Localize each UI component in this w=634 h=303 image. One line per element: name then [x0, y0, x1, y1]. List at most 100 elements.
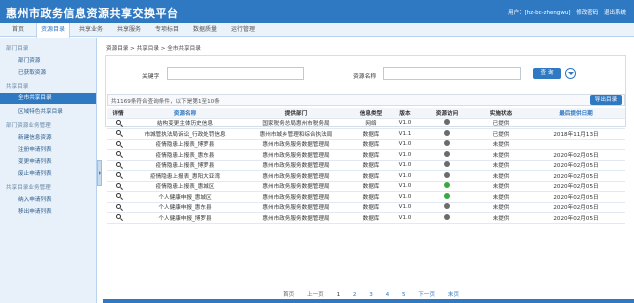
pager-page-3[interactable]: 3 — [369, 292, 373, 298]
resource-name-cell[interactable]: 疫情隐患上报表_博罗县 — [129, 160, 241, 171]
logout-link[interactable]: 退出系统 — [604, 10, 626, 16]
table-row[interactable]: 个人健康申报_惠东县 惠州市政务服务数据管理局 数据库 V1.0 未提供 2020年02月… — [107, 202, 625, 213]
sidebar-item-regional-share[interactable]: 区域特色共享目录 — [18, 107, 63, 115]
detail-cell[interactable] — [107, 118, 129, 129]
access-status-icon[interactable] — [444, 119, 450, 126]
resource-name-input[interactable] — [383, 67, 521, 80]
magnifier-icon[interactable] — [115, 130, 121, 136]
access-status-icon[interactable] — [444, 129, 450, 136]
resource-name-cell[interactable]: 结构变更主体历史信息 — [129, 118, 241, 129]
access-status-icon[interactable] — [444, 140, 450, 147]
table-row[interactable]: 结构变更主体历史信息 国家税务总局惠州市税务局 网络 V1.0 已提供 — [107, 118, 625, 129]
query-button[interactable]: 查 询 — [533, 68, 561, 79]
access-cell[interactable] — [419, 160, 475, 171]
table-row[interactable]: 疫情隐患上报表_博罗县 惠州市政务服务数据管理局 数据库 V1.0 未提供 2020年02… — [107, 160, 625, 171]
status-cell: 已提供 — [475, 118, 527, 129]
tab-special-catalog[interactable]: 专项标目 — [150, 23, 184, 37]
pager-page-5[interactable]: 5 — [402, 292, 406, 298]
resource-name-cell[interactable]: 疫情隐患上报表_博罗县 — [129, 139, 241, 150]
access-status-icon[interactable] — [444, 171, 450, 178]
resource-name-cell[interactable]: 疫情隐患上报表_惠城区 — [129, 181, 241, 192]
access-cell[interactable] — [419, 212, 475, 224]
pager-last[interactable]: 末页 — [448, 292, 459, 298]
change-password-link[interactable]: 修改密码 — [576, 10, 598, 16]
table-row[interactable]: 疫情隐患上报表_惠阳大亚湾 惠州市政务服务数据管理局 数据库 V1.0 未提供 2020年… — [107, 170, 625, 182]
detail-cell[interactable] — [107, 191, 129, 203]
magnifier-icon[interactable] — [115, 214, 121, 220]
tab-operation[interactable]: 运行管理 — [226, 23, 260, 37]
access-status-icon[interactable] — [444, 161, 450, 168]
access-cell[interactable] — [419, 202, 475, 213]
access-status-icon[interactable] — [444, 150, 450, 157]
detail-cell[interactable] — [107, 149, 129, 161]
resource-name-cell[interactable]: 个人健康申报_惠东县 — [129, 202, 241, 213]
magnifier-icon[interactable] — [115, 203, 121, 209]
magnifier-icon[interactable] — [115, 172, 121, 178]
tab-home[interactable]: 首页 — [4, 23, 32, 37]
detail-cell[interactable] — [107, 160, 129, 171]
access-status-icon[interactable] — [444, 213, 450, 220]
table-row[interactable]: 疫情隐患上报表_惠东县 惠州市政务服务数据管理局 数据库 V1.0 未提供 2020年02… — [107, 149, 625, 161]
resource-name-cell[interactable]: 疫情隐患上报表_惠东县 — [129, 149, 241, 161]
sidebar-collapse-handle[interactable] — [97, 160, 102, 186]
magnifier-icon[interactable] — [115, 151, 121, 157]
sidebar-item-new-resource[interactable]: 新建信息资源 — [18, 133, 52, 141]
sidebar-item-city-share[interactable]: 全市共享目录 — [0, 93, 96, 104]
tab-share-business[interactable]: 共享业务 — [74, 23, 108, 37]
version-cell: V1.0 — [391, 212, 419, 224]
tab-resource-catalog[interactable]: 资源目录 — [36, 23, 70, 38]
access-status-icon[interactable] — [444, 192, 450, 199]
keyword-input[interactable] — [167, 67, 304, 80]
pager-page-1[interactable]: 1 — [337, 292, 341, 298]
pager-page-4[interactable]: 4 — [386, 292, 390, 298]
detail-cell[interactable] — [107, 139, 129, 150]
resource-name-cell[interactable]: 市城管执法局诉讼_行政处罚信息 — [129, 128, 241, 140]
tab-share-service[interactable]: 共享服务 — [112, 23, 146, 37]
resource-name-cell[interactable]: 个人健康申报_博罗县 — [129, 212, 241, 224]
detail-cell[interactable] — [107, 212, 129, 224]
col-header-resource-name[interactable]: 资源名称 — [129, 108, 241, 119]
access-cell[interactable] — [419, 181, 475, 192]
table-row[interactable]: 个人健康申报_惠城区 惠州市政务服务数据管理局 数据库 V1.0 未提供 2020年02月… — [107, 191, 625, 203]
magnifier-icon[interactable] — [115, 140, 121, 146]
sidebar-item-dept-resource[interactable]: 部门资源 — [18, 56, 40, 64]
access-cell[interactable] — [419, 118, 475, 129]
detail-cell[interactable] — [107, 128, 129, 140]
info-type-cell: 数据库 — [351, 160, 391, 171]
table-row[interactable]: 疫情隐患上报表_博罗县 惠州市政务服务数据管理局 数据库 V1.0 未提供 — [107, 139, 625, 150]
pager-next[interactable]: 下一页 — [418, 292, 435, 298]
sidebar-item-obtained[interactable]: 已获取资源 — [18, 68, 46, 76]
sidebar-item-include-list[interactable]: 纳入申请列表 — [18, 195, 52, 203]
detail-cell[interactable] — [107, 202, 129, 213]
magnifier-icon[interactable] — [115, 193, 121, 199]
detail-cell[interactable] — [107, 181, 129, 192]
access-cell[interactable] — [419, 191, 475, 203]
magnifier-icon[interactable] — [115, 182, 121, 188]
magnifier-icon[interactable] — [115, 119, 121, 125]
access-cell[interactable] — [419, 170, 475, 182]
col-header-last-date[interactable]: 最后提供日期 — [527, 108, 625, 119]
pager-page-2[interactable]: 2 — [353, 292, 357, 298]
resource-name-cell[interactable]: 个人健康申报_惠城区 — [129, 191, 241, 203]
access-cell[interactable] — [419, 128, 475, 140]
access-cell[interactable] — [419, 139, 475, 150]
col-header-info-type: 信息类型 — [351, 108, 391, 119]
access-status-icon[interactable] — [444, 182, 450, 189]
sidebar-item-remove-list[interactable]: 移出申请列表 — [18, 207, 52, 215]
access-status-icon[interactable] — [444, 203, 450, 210]
export-catalog-button[interactable]: 导出目录 — [590, 95, 622, 105]
sidebar-item-change-list[interactable]: 变更申请列表 — [18, 157, 52, 165]
pager-first[interactable]: 首页 — [283, 292, 294, 298]
expand-search-icon[interactable] — [565, 68, 576, 79]
detail-cell[interactable] — [107, 170, 129, 182]
sidebar-item-register-list[interactable]: 注册申请列表 — [18, 145, 52, 153]
magnifier-icon[interactable] — [115, 161, 121, 167]
tab-data-quality[interactable]: 数据质量 — [188, 23, 222, 37]
access-cell[interactable] — [419, 149, 475, 161]
pager-prev[interactable]: 上一页 — [307, 292, 324, 298]
sidebar-item-abolish-list[interactable]: 废止申请列表 — [18, 169, 52, 177]
table-row[interactable]: 市城管执法局诉讼_行政处罚信息 惠州市城乡管理和综合执法局 数据库 V1.1 已提供 20… — [107, 128, 625, 140]
table-row[interactable]: 个人健康申报_博罗县 惠州市政务服务数据管理局 数据库 V1.0 未提供 2020年02月… — [107, 212, 625, 224]
resource-name-cell[interactable]: 疫情隐患上报表_惠阳大亚湾 — [129, 170, 241, 182]
table-row[interactable]: 疫情隐患上报表_惠城区 惠州市政务服务数据管理局 数据库 V1.0 未提供 2020年02… — [107, 181, 625, 192]
